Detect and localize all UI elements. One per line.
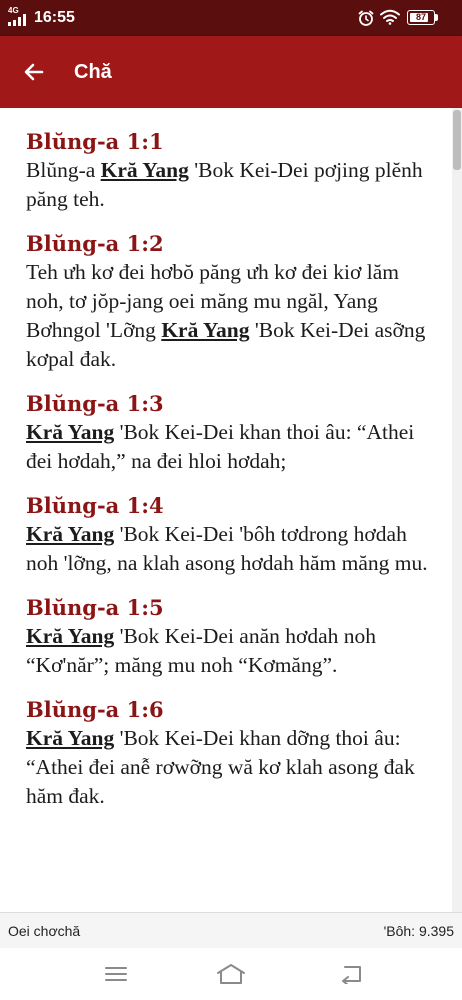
- status-bar: 4G 16:55 87: [0, 0, 462, 36]
- verse-list: Blŭng-a 1:1 Blŭng-a Kră Yang 'Bok Kei-Dei…: [26, 128, 440, 827]
- signal-icon: 4G: [8, 6, 30, 28]
- lord-link[interactable]: Kră Yang: [26, 522, 114, 546]
- menu-icon: [105, 967, 127, 981]
- verse-reference: Blŭng-a 1:2: [26, 231, 164, 256]
- verse-item[interactable]: Blŭng-a 1:5 Kră Yang 'Bok Kei-Dei anăn hơ…: [26, 594, 440, 680]
- nav-back-button[interactable]: [331, 960, 371, 988]
- verse-item[interactable]: Blŭng-a 1:1 Blŭng-a Kră Yang 'Bok Kei-Dei…: [26, 128, 440, 214]
- count-text: 'Bôh: 9.395: [383, 923, 454, 939]
- verse-text: Kră Yang 'Bok Kei-Dei khan thoi âu: “Ath…: [26, 418, 440, 476]
- back-icon: [342, 966, 361, 984]
- battery-level: 87: [415, 12, 426, 22]
- verse-item[interactable]: Blŭng-a 1:3 Kră Yang 'Bok Kei-Dei khan th…: [26, 390, 440, 476]
- arrow-left-icon: [24, 63, 44, 81]
- app-bar: Chă: [0, 36, 462, 108]
- verse-text: Teh ưh kơ đei hơbŏ păng ưh kơ đei kiơ lă…: [26, 258, 440, 374]
- verse-text: Kră Yang 'Bok Kei-Dei 'bôh tơdrong hơdah…: [26, 520, 440, 578]
- battery-tip: [435, 14, 438, 21]
- status-time: 16:55: [34, 9, 75, 26]
- info-bar: Oei chơchă 'Bôh: 9.395: [0, 912, 462, 948]
- network-type: 4G: [8, 6, 19, 15]
- alarm-icon: [358, 10, 374, 26]
- verse-reference: Blŭng-a 1:6: [26, 697, 164, 722]
- home-button[interactable]: [211, 960, 251, 988]
- lord-link[interactable]: Kră Yang: [101, 158, 189, 182]
- verse-text: Blŭng-a Kră Yang 'Bok Kei-Dei pơjing plĕ…: [26, 156, 440, 214]
- scroll-thumb[interactable]: [453, 110, 461, 170]
- wifi-icon: [380, 9, 400, 25]
- verse-reference: Blŭng-a 1:1: [26, 129, 164, 154]
- verse-item[interactable]: Blŭng-a 1:4 Kră Yang 'Bok Kei-Dei 'bôh tơ…: [26, 492, 440, 578]
- verse-item[interactable]: Blŭng-a 1:2 Teh ưh kơ đei hơbŏ păng ưh kơ…: [26, 230, 440, 374]
- verse-reference: Blŭng-a 1:4: [26, 493, 164, 518]
- page-title: Chă: [74, 61, 112, 83]
- lord-link[interactable]: Kră Yang: [26, 420, 114, 444]
- verse-text: Kră Yang 'Bok Kei-Dei anăn hơdah noh “Kơ…: [26, 622, 440, 680]
- status-text: Oei chơchă: [8, 923, 81, 939]
- lord-link[interactable]: Kră Yang: [26, 726, 114, 750]
- home-icon: [217, 964, 245, 984]
- system-nav-bar: [0, 948, 462, 1000]
- lord-link[interactable]: Kră Yang: [161, 318, 249, 342]
- verse-item[interactable]: Blŭng-a 1:6 Kră Yang 'Bok Kei-Dei khan dỡ…: [26, 696, 440, 811]
- menu-button[interactable]: [96, 960, 136, 988]
- verse-text-segment: Blŭng-a: [26, 158, 101, 182]
- back-button[interactable]: [12, 50, 56, 94]
- verse-content[interactable]: Blŭng-a 1:1 Blŭng-a Kră Yang 'Bok Kei-Dei…: [0, 108, 462, 912]
- verse-text: Kră Yang 'Bok Kei-Dei khan dỡng thoi âu:…: [26, 724, 440, 811]
- scrollbar[interactable]: [452, 108, 462, 912]
- verse-reference: Blŭng-a 1:5: [26, 595, 164, 620]
- verse-reference: Blŭng-a 1:3: [26, 391, 164, 416]
- battery-icon: 87: [407, 10, 435, 25]
- lord-link[interactable]: Kră Yang: [26, 624, 114, 648]
